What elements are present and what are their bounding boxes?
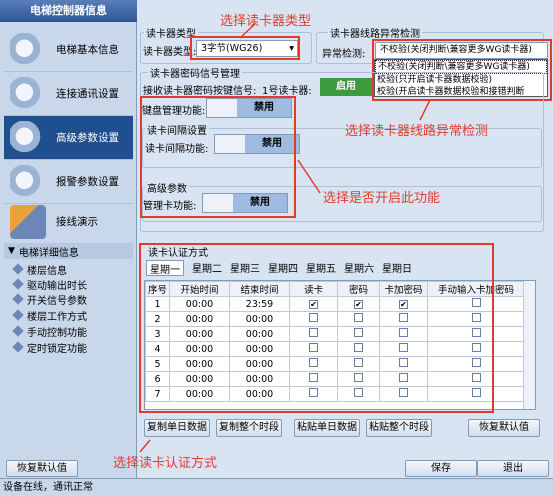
annotation-arrows bbox=[139, 23, 431, 453]
arrow-line-check bbox=[419, 99, 431, 121]
exit-button[interactable]: 退出 bbox=[477, 460, 549, 477]
arrow-auth bbox=[139, 439, 151, 453]
arrow-enable-func bbox=[297, 159, 321, 194]
save-button[interactable]: 保存 bbox=[405, 460, 477, 477]
arrow-reader-type bbox=[239, 23, 256, 39]
restore-default-button[interactable]: 恢复默认值 bbox=[6, 460, 78, 477]
status-bar: 设备在线，通讯正常 bbox=[0, 478, 553, 496]
